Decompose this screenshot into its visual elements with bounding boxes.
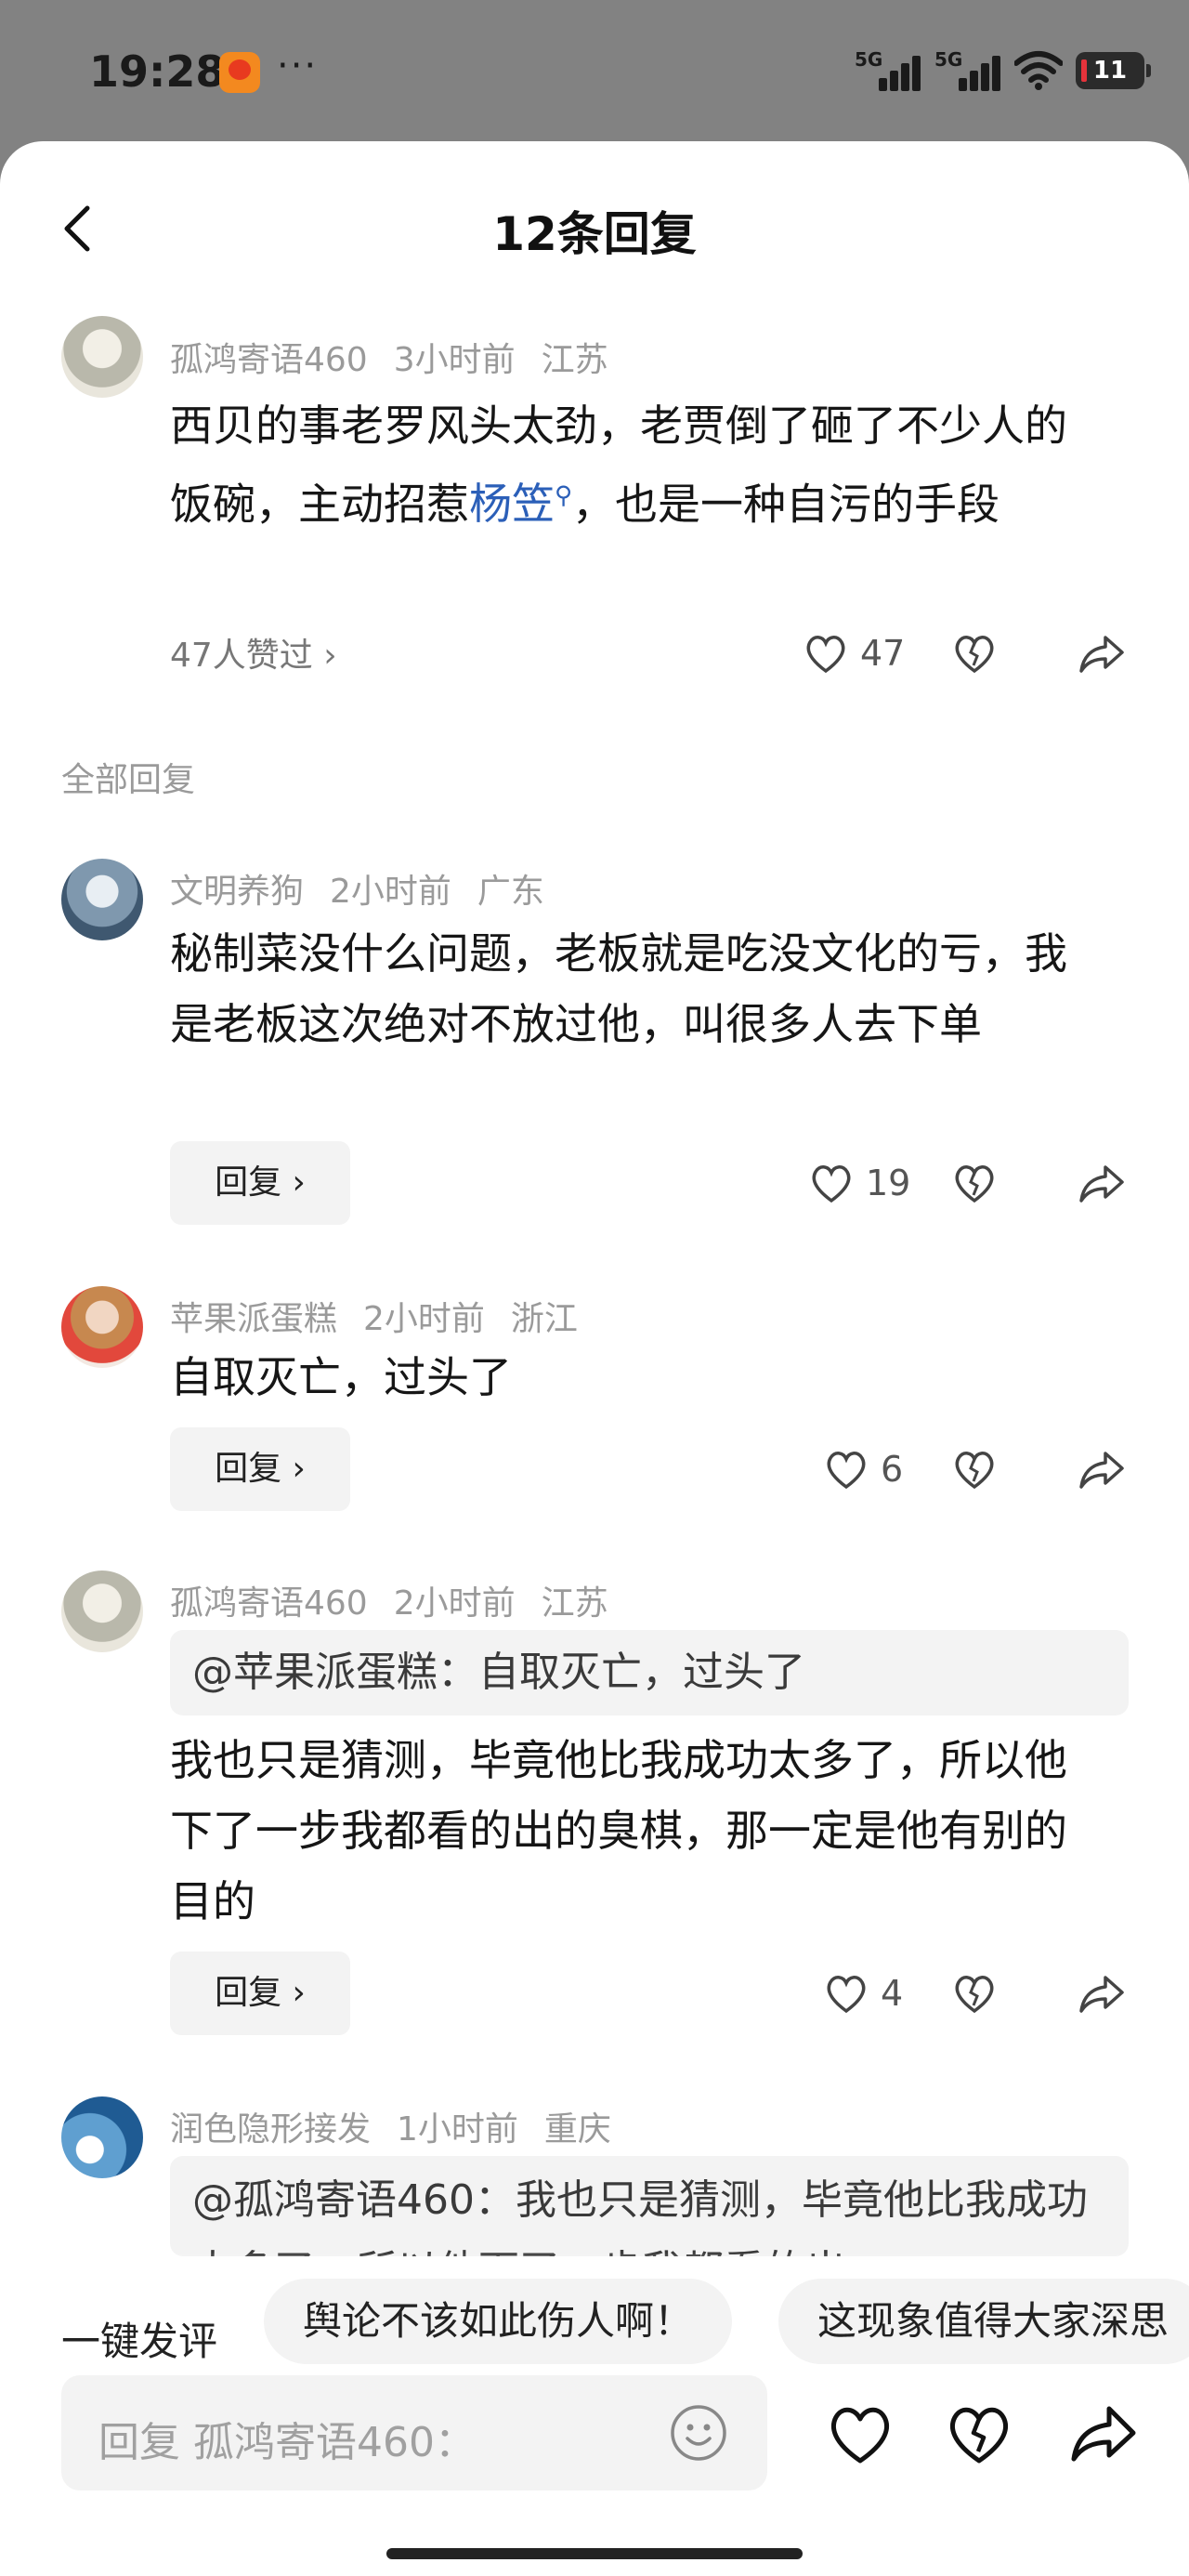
like-count: 6 (881, 1449, 904, 1490)
dislike-button[interactable] (951, 1150, 998, 1216)
reply-text: 我也只是猜测，毕竟他比我成功太多了，所以他下了一步我都看的出的臭棋，那一定是他有… (170, 1735, 1067, 1926)
sheet-header: 12条回复 (0, 141, 1189, 309)
like-button[interactable]: 47 (803, 621, 905, 686)
cellular-signal-2-icon: 5G (934, 48, 1001, 93)
share-icon (1079, 1976, 1124, 2013)
like-button[interactable]: 6 (823, 1437, 903, 1502)
reply-actions: 19 (799, 1150, 1189, 1216)
share-button[interactable] (1078, 1150, 1126, 1216)
reply-button[interactable]: 回复 › (170, 1427, 350, 1511)
reply-actions: 6 (799, 1437, 1189, 1502)
dislike-button[interactable] (951, 621, 998, 686)
reply-meta: 文明养狗 2小时前 广东 (170, 864, 570, 913)
reply-actions: 4 (799, 1961, 1189, 2026)
comment-meta: 孤鸿寄语460 3小时前 江苏 (170, 333, 634, 381)
cellular-signal-1-icon: 5G (855, 48, 921, 93)
like-count: 19 (866, 1163, 911, 1203)
reply-location: 重庆 (543, 2110, 611, 2149)
dislike-main-button[interactable] (944, 2399, 1014, 2470)
dislike-button[interactable] (951, 1437, 998, 1502)
broken-heart-icon (955, 1165, 994, 1203)
quoted-reply[interactable]: @孤鸿寄语460：我也只是猜测，毕竟他比我成功太多了，所以他下了一步我都看的出 (170, 2156, 1129, 2256)
author-name[interactable]: 孤鸿寄语460 (170, 341, 368, 379)
reply-input[interactable]: 回复 孤鸿寄语460： (61, 2375, 767, 2491)
like-button[interactable]: 4 (823, 1961, 903, 2026)
reply-meta: 孤鸿寄语460 2小时前 江苏 (170, 1576, 634, 1624)
reply-time: 1小时前 (397, 2110, 518, 2149)
avatar[interactable] (61, 316, 143, 398)
like-button[interactable]: 19 (808, 1150, 910, 1216)
page-title: 12条回复 (492, 207, 697, 261)
comment-actions: 47 (799, 621, 1189, 686)
share-button[interactable] (1078, 1437, 1126, 1502)
broken-heart-icon (955, 1452, 994, 1490)
author-name[interactable]: 孤鸿寄语460 (170, 1584, 368, 1623)
status-time: 19:28 (89, 46, 226, 97)
like-count: 47 (860, 633, 906, 674)
like-count: 4 (881, 1973, 904, 2014)
battery-icon: 11 (1076, 52, 1151, 89)
reply-button[interactable]: 回复 › (170, 1952, 350, 2035)
quick-comment-chip[interactable]: 这现象值得大家深思 (778, 2279, 1189, 2364)
heart-icon (812, 1165, 851, 1203)
emoji-icon[interactable] (669, 2403, 728, 2463)
status-bar: 19:28 ··· 5G 5G 11 (0, 0, 1189, 139)
broken-heart-icon (955, 636, 994, 674)
quoted-reply[interactable]: @苹果派蛋糕：自取灭亡，过头了 (170, 1630, 1129, 1715)
likers-link[interactable]: 47人赞过 › (170, 628, 337, 677)
reply-button[interactable]: 回复 › (170, 1141, 350, 1225)
heart-icon (827, 1452, 866, 1490)
search-icon: ⚲ (555, 482, 573, 510)
more-notifications-icon: ··· (277, 45, 319, 87)
reply-time: 2小时前 (393, 1584, 516, 1623)
avatar[interactable] (61, 2096, 143, 2178)
comment-text: 西贝的事老罗风头太劲，老贾倒了砸了不少人的饭碗，主动招惹杨笠⚲，也是一种自污的手… (170, 401, 1067, 530)
share-button[interactable] (1078, 1961, 1126, 2026)
share-button[interactable] (1078, 621, 1126, 686)
share-icon (1079, 1165, 1124, 1203)
search-link[interactable]: 杨笠⚲ (469, 479, 572, 529)
reply-meta: 润色隐形接发 1小时前 重庆 (170, 2102, 637, 2150)
reply-location: 广东 (477, 873, 544, 911)
avatar[interactable] (61, 1286, 143, 1368)
reply-time: 2小时前 (363, 1300, 485, 1338)
content-fade (0, 2253, 1189, 2280)
heart-icon (827, 1976, 866, 2014)
avatar[interactable] (61, 859, 143, 940)
share-main-button[interactable] (1068, 2399, 1139, 2470)
quick-comment-chip[interactable]: 舆论不该如此伤人啊！ (264, 2279, 733, 2364)
home-indicator[interactable] (386, 2548, 803, 2559)
comment-time: 3小时前 (393, 341, 516, 379)
section-label: 全部回复 (61, 761, 196, 799)
reply-input-placeholder: 回复 孤鸿寄语460： (98, 2419, 476, 2466)
broken-heart-icon (955, 1976, 994, 2014)
reply-time: 2小时前 (330, 873, 451, 911)
author-name[interactable]: 文明养狗 (170, 873, 304, 911)
heart-icon (806, 636, 845, 674)
author-name[interactable]: 苹果派蛋糕 (170, 1300, 337, 1338)
reply-text: 自取灭亡，过头了 (170, 1352, 512, 1402)
reply-sheet: 12条回复 孤鸿寄语460 3小时前 江苏 西贝的事老罗风头太劲，老贾倒了砸了不少人… (0, 141, 1189, 2576)
reply-text: 秘制菜没什么问题，老板就是吃没文化的亏，我是老板这次绝对不放过他，叫很多人去下单 (170, 928, 1067, 1049)
quick-comment-label: 一键发评 (61, 2319, 218, 2364)
reply-location: 浙江 (510, 1300, 578, 1338)
like-main-button[interactable] (825, 2399, 895, 2470)
reply-location: 江苏 (541, 1584, 608, 1623)
share-icon (1079, 1452, 1124, 1489)
reply-meta: 苹果派蛋糕 2小时前 浙江 (170, 1292, 604, 1340)
dislike-button[interactable] (951, 1961, 998, 2026)
quick-comment-bar: 一键发评 舆论不该如此伤人啊！ 这现象值得大家深思 (0, 2279, 1189, 2381)
wifi-icon (1014, 51, 1063, 90)
share-icon (1079, 636, 1124, 673)
author-name[interactable]: 润色隐形接发 (170, 2110, 371, 2149)
app-notification-icon (219, 52, 260, 93)
comment-location: 江苏 (541, 341, 608, 379)
avatar[interactable] (61, 1571, 143, 1652)
